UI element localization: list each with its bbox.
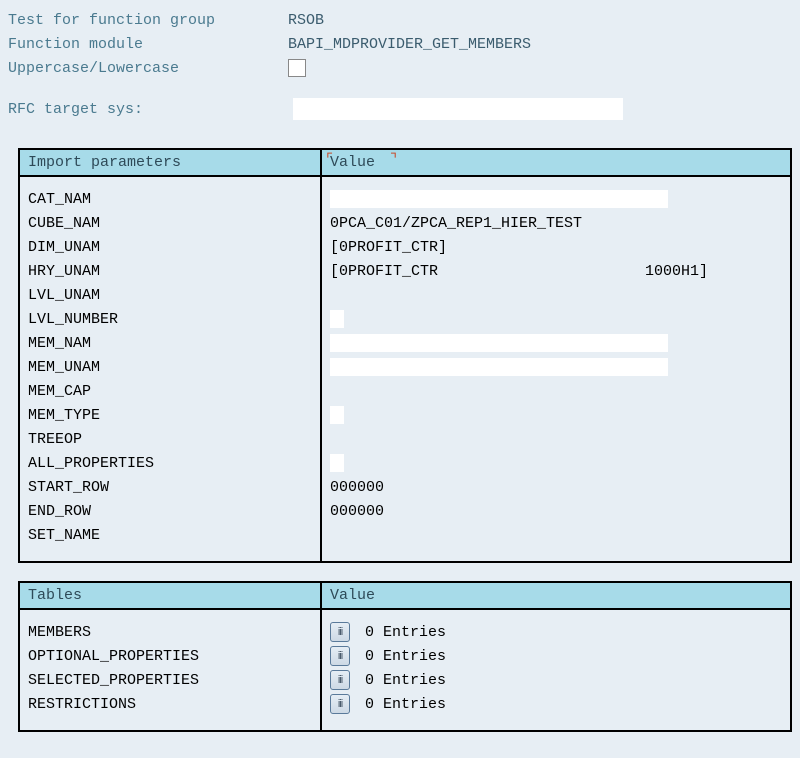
function-module-row: Function module BAPI_MDPROVIDER_GET_MEMB… [8, 32, 792, 56]
param-value[interactable] [330, 355, 782, 379]
entries-icon[interactable] [330, 670, 350, 690]
uppercase-lowercase-label: Uppercase/Lowercase [8, 60, 288, 77]
table-name: OPTIONAL_PROPERTIES [28, 644, 312, 668]
import-header-value[interactable]: ⌜ Value ⌝ [322, 150, 790, 175]
header-block: Test for function group RSOB Function mo… [8, 8, 792, 120]
tables-values-column: 0 Entries 0 Entries 0 Entries 0 Entries [322, 610, 790, 730]
uppercase-lowercase-row: Uppercase/Lowercase [8, 56, 792, 80]
entries-icon[interactable] [330, 694, 350, 714]
rfc-target-label: RFC target sys: [8, 101, 293, 118]
param-value[interactable]: [0PROFIT_CTR] [330, 235, 782, 259]
empty-input[interactable] [330, 190, 668, 208]
param-value[interactable] [330, 307, 782, 331]
param-name: SET_NAME [28, 523, 312, 547]
param-value[interactable] [330, 451, 782, 475]
param-name: TREEOP [28, 427, 312, 451]
param-name: CAT_NAM [28, 187, 312, 211]
param-name: MEM_UNAM [28, 355, 312, 379]
param-name: LVL_NUMBER [28, 307, 312, 331]
entries-text: 0 Entries [356, 696, 446, 713]
uppercase-lowercase-checkbox[interactable] [288, 59, 306, 77]
param-name: ALL_PROPERTIES [28, 451, 312, 475]
empty-input[interactable] [330, 358, 668, 376]
tables-header-value: Value [322, 583, 790, 608]
rfc-target-input[interactable] [293, 98, 623, 120]
focus-bracket-icon: ⌝ [390, 150, 397, 169]
function-module-label: Function module [8, 36, 288, 53]
tables-table: Tables Value MEMBERSOPTIONAL_PROPERTIESS… [18, 581, 792, 732]
param-name: HRY_UNAM [28, 259, 312, 283]
param-name: MEM_TYPE [28, 403, 312, 427]
empty-input[interactable] [330, 406, 344, 424]
table-entries-row[interactable]: 0 Entries [330, 692, 782, 716]
import-param-names-column: CAT_NAMCUBE_NAMDIM_UNAMHRY_UNAMLVL_UNAML… [20, 177, 322, 561]
function-group-row: Test for function group RSOB [8, 8, 792, 32]
function-group-value: RSOB [288, 12, 324, 29]
param-value[interactable] [330, 523, 782, 547]
param-name: CUBE_NAM [28, 211, 312, 235]
entries-text: 0 Entries [356, 672, 446, 689]
tables-header-param: Tables [20, 583, 322, 608]
empty-input[interactable] [330, 310, 344, 328]
entries-icon[interactable] [330, 622, 350, 642]
table-entries-row[interactable]: 0 Entries [330, 620, 782, 644]
table-entries-row[interactable]: 0 Entries [330, 668, 782, 692]
entries-text: 0 Entries [356, 624, 446, 641]
param-value[interactable]: 000000 [330, 475, 782, 499]
import-parameters-table: Import parameters ⌜ Value ⌝ CAT_NAMCUBE_… [18, 148, 792, 563]
param-value[interactable]: 0PCA_C01/ZPCA_REP1_HIER_TEST [330, 211, 782, 235]
param-name: LVL_UNAM [28, 283, 312, 307]
entries-text: 0 Entries [356, 648, 446, 665]
param-name: MEM_NAM [28, 331, 312, 355]
import-header-param: Import parameters [20, 150, 322, 175]
param-value[interactable] [330, 283, 782, 307]
tables-header-row: Tables Value [20, 583, 790, 610]
function-module-value: BAPI_MDPROVIDER_GET_MEMBERS [288, 36, 531, 53]
import-param-values-column: 0PCA_C01/ZPCA_REP1_HIER_TEST[0PROFIT_CTR… [322, 177, 790, 561]
empty-input[interactable] [330, 334, 668, 352]
rfc-target-row: RFC target sys: [8, 98, 792, 120]
function-group-label: Test for function group [8, 12, 288, 29]
param-value[interactable] [330, 331, 782, 355]
table-name: MEMBERS [28, 620, 312, 644]
entries-icon[interactable] [330, 646, 350, 666]
tables-names-column: MEMBERSOPTIONAL_PROPERTIESSELECTED_PROPE… [20, 610, 322, 730]
param-value[interactable] [330, 427, 782, 451]
import-header-value-text: Value [330, 154, 375, 171]
param-value[interactable] [330, 187, 782, 211]
table-entries-row[interactable]: 0 Entries [330, 644, 782, 668]
param-name: DIM_UNAM [28, 235, 312, 259]
param-name: END_ROW [28, 499, 312, 523]
param-name: MEM_CAP [28, 379, 312, 403]
import-header-row: Import parameters ⌜ Value ⌝ [20, 150, 790, 177]
param-value[interactable]: [0PROFIT_CTR 1000H1] [330, 259, 782, 283]
table-name: SELECTED_PROPERTIES [28, 668, 312, 692]
param-name: START_ROW [28, 475, 312, 499]
table-name: RESTRICTIONS [28, 692, 312, 716]
param-value[interactable]: 000000 [330, 499, 782, 523]
empty-input[interactable] [330, 454, 344, 472]
param-value[interactable] [330, 379, 782, 403]
param-value[interactable] [330, 403, 782, 427]
